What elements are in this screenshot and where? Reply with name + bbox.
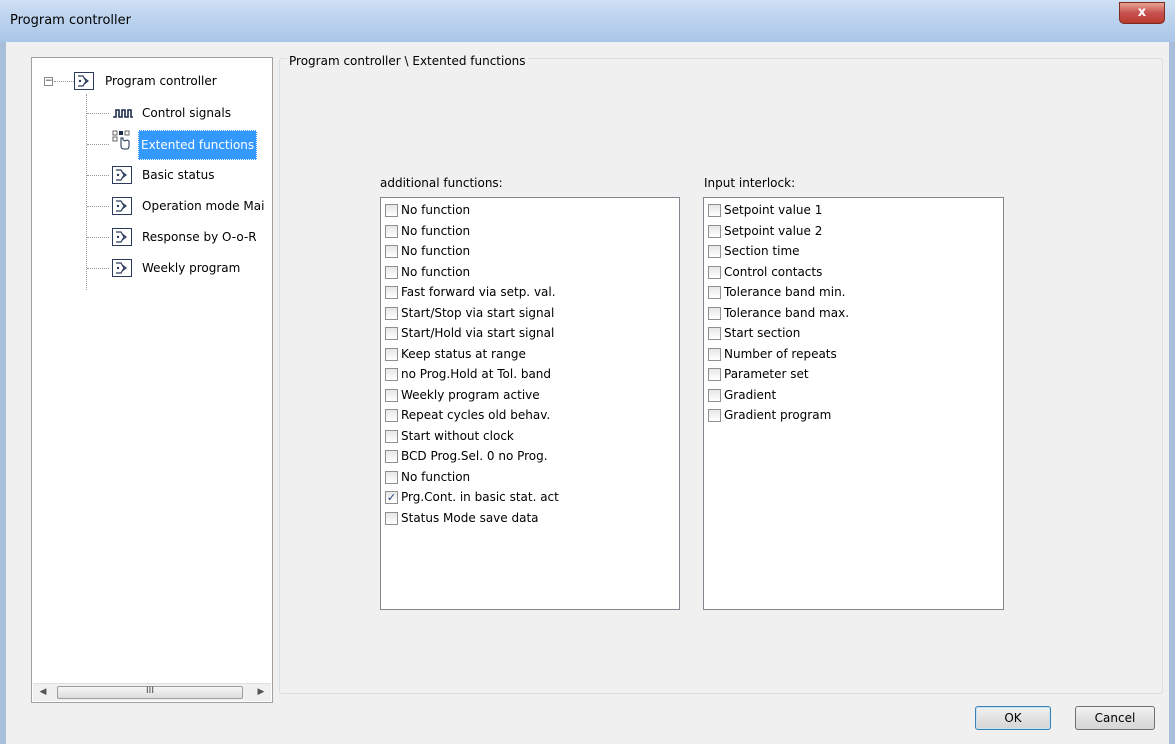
checkbox[interactable]: [708, 224, 721, 238]
checkbox[interactable]: [708, 347, 721, 361]
tree-item-label: Control signals: [142, 106, 231, 120]
tree-item-label: Response by O-o-R: [142, 230, 257, 244]
input-interlock-label: Input interlock:: [704, 176, 796, 190]
checkbox[interactable]: [708, 204, 721, 217]
checkbox-label: Start without clock: [401, 428, 514, 443]
program-flow-icon: [112, 228, 132, 246]
checkbox-label: Gradient program: [724, 408, 832, 422]
tree-item[interactable]: Control signals: [32, 103, 272, 123]
additional-functions-list[interactable]: No function No function No function No func…: [380, 197, 680, 610]
checkbox-label: Tolerance band min.: [724, 285, 846, 299]
checkbox[interactable]: [385, 327, 398, 340]
pointer-grid-icon: [112, 130, 134, 150]
checkbox[interactable]: [708, 409, 721, 422]
checkbox-label: BCD Prog.Sel. 0 no Prog.: [401, 449, 548, 463]
scroll-left-icon[interactable]: ◀: [35, 684, 51, 701]
checkbox-label: No function: [401, 469, 471, 484]
checkbox[interactable]: [385, 306, 398, 320]
checkbox-label: Start/Stop via start signal: [401, 305, 555, 320]
checkbox[interactable]: [385, 245, 398, 258]
checkbox[interactable]: [385, 511, 398, 525]
checkbox-label: Status Mode save data: [401, 510, 539, 525]
checkbox[interactable]: [385, 347, 398, 361]
checkbox[interactable]: [385, 224, 398, 238]
tree-item-label: Basic status: [142, 168, 215, 182]
additional-functions-label: additional functions:: [380, 176, 503, 190]
breadcrumb: Program controller \ Extented functions: [287, 54, 528, 68]
checkbox-label: Fast forward via setp. val.: [401, 285, 556, 299]
scroll-thumb[interactable]: III: [57, 686, 243, 699]
checkbox[interactable]: [708, 265, 721, 279]
checkbox[interactable]: [385, 265, 398, 279]
dialog-body: − Program controller Control signals Exte…: [0, 42, 1175, 744]
window-title: Program controller: [10, 13, 131, 28]
checkbox-label: Control contacts: [724, 264, 823, 279]
tree-item[interactable]: Weekly program: [32, 258, 272, 278]
program-flow-icon: [112, 166, 132, 184]
checkbox-label: Weekly program active: [401, 387, 540, 402]
program-flow-icon: [74, 72, 94, 90]
navigation-tree[interactable]: − Program controller Control signals Exte…: [31, 57, 273, 703]
close-button[interactable]: x: [1119, 2, 1165, 24]
tree-item[interactable]: Extented functions: [32, 130, 272, 160]
checkbox-label: Start section: [724, 326, 801, 340]
checkbox-label: Gradient: [724, 387, 777, 402]
tree-item-program-controller[interactable]: Program controller: [32, 71, 272, 91]
checkbox[interactable]: [385, 429, 398, 443]
checkbox[interactable]: [708, 306, 721, 320]
checkbox-label: Parameter set: [724, 367, 809, 381]
checkbox-label: Setpoint value 2: [724, 223, 823, 238]
checkbox-label: No function: [401, 244, 471, 258]
tree-item-label: Extented functions: [138, 130, 258, 160]
checkbox[interactable]: [708, 286, 721, 299]
program-flow-icon: [112, 197, 132, 215]
checkbox-label: No function: [401, 264, 471, 279]
checkbox-label: Setpoint value 1: [724, 203, 823, 217]
checkbox[interactable]: [385, 450, 398, 463]
checkbox-label: No function: [401, 223, 471, 238]
checkbox-label: Number of repeats: [724, 346, 837, 361]
checkbox-label: Repeat cycles old behav.: [401, 408, 551, 422]
scroll-right-icon[interactable]: ▶: [253, 684, 269, 701]
checkbox[interactable]: [385, 388, 398, 402]
pulse-signal-icon: [112, 105, 134, 121]
tree-item-label: Operation mode Mai: [142, 199, 265, 213]
tree-item[interactable]: Response by O-o-R: [32, 227, 272, 247]
checkbox-label: no Prog.Hold at Tol. band: [401, 367, 552, 381]
program-flow-icon: [112, 259, 132, 277]
checkbox[interactable]: [708, 368, 721, 381]
checkbox[interactable]: [708, 245, 721, 258]
checkbox-label: Section time: [724, 244, 800, 258]
checkbox[interactable]: [385, 286, 398, 299]
horizontal-scrollbar[interactable]: ◀ III ▶: [33, 683, 271, 701]
checkbox[interactable]: [385, 204, 398, 217]
checkbox[interactable]: [708, 327, 721, 340]
tree-item[interactable]: Operation mode Mai: [32, 196, 272, 216]
input-interlock-list[interactable]: Setpoint value 1 Setpoint value 2 Section …: [703, 197, 1004, 610]
ok-button[interactable]: OK: [975, 706, 1051, 730]
tree-item-label: Weekly program: [142, 261, 241, 275]
checkbox-label: Tolerance band max.: [724, 305, 850, 320]
cancel-button[interactable]: Cancel: [1075, 706, 1155, 730]
checkbox[interactable]: [708, 388, 721, 402]
tree-item-label: Program controller: [105, 74, 217, 88]
checkbox[interactable]: [385, 409, 398, 422]
tree-item[interactable]: Basic status: [32, 165, 272, 185]
checkbox-label: No function: [401, 203, 471, 217]
checkbox-label: Keep status at range: [401, 346, 526, 361]
title-bar: Program controller x: [0, 0, 1175, 43]
checkbox[interactable]: ✓: [385, 491, 398, 504]
checkbox-label: Prg.Cont. in basic stat. act: [401, 490, 559, 504]
checkbox[interactable]: [385, 368, 398, 381]
checkbox[interactable]: [385, 470, 398, 484]
checkbox-label: Start/Hold via start signal: [401, 326, 555, 340]
